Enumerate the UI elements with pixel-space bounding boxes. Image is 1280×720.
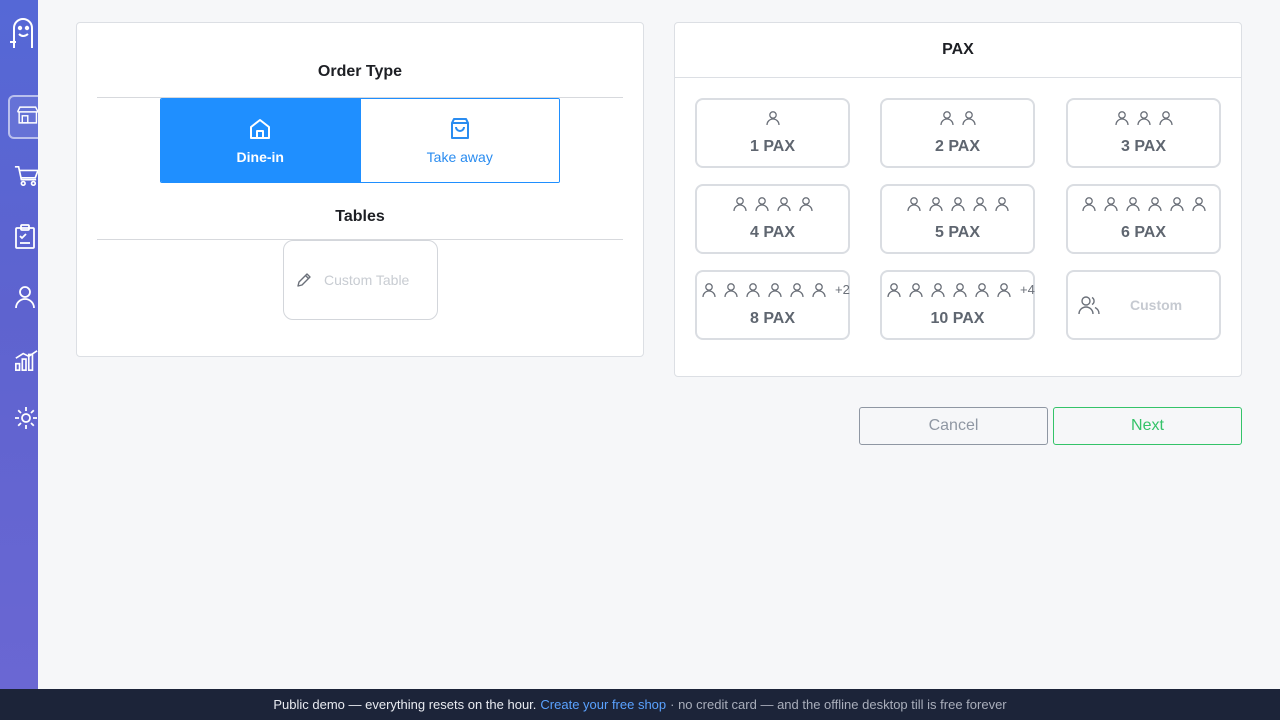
dine-in-label: Dine-in: [236, 148, 284, 165]
person-icon: [1103, 196, 1119, 217]
gear-icon: [15, 407, 37, 429]
pax-option-10[interactable]: +4 10 PAX: [880, 270, 1035, 340]
pax-option-3[interactable]: 3 PAX: [1066, 98, 1221, 168]
pax-option-4[interactable]: 4 PAX: [695, 184, 850, 254]
person-icons: [1068, 196, 1219, 217]
banner-text: Public demo — everything resets on the h…: [273, 697, 537, 712]
person-icon: [789, 282, 805, 303]
order-type-title: Order Type: [317, 63, 403, 80]
take-away-button[interactable]: Take away: [359, 99, 559, 182]
person-icon: [906, 196, 922, 217]
pax-extra-count: +2: [835, 282, 850, 297]
person-icon: [767, 282, 783, 303]
person-icon: [754, 196, 770, 217]
custom-table-placeholder: Custom Table: [324, 272, 410, 288]
pax-extra-count: +4: [1020, 282, 1035, 297]
person-icon: [930, 282, 946, 303]
person-icon: [961, 110, 977, 131]
person-icon: [908, 282, 924, 303]
person-icon: [974, 282, 990, 303]
person-icons: +2: [697, 282, 850, 303]
user-icon: [15, 286, 35, 309]
users-icon: [1078, 296, 1100, 315]
person-icon: [950, 196, 966, 217]
person-icon: [701, 282, 717, 303]
sidebar-item-orders[interactable]: [0, 217, 38, 257]
pax-title: PAX: [675, 23, 1241, 78]
custom-pax-placeholder: Custom: [1130, 297, 1183, 313]
cancel-button[interactable]: Cancel: [859, 407, 1048, 445]
person-icon: [811, 282, 827, 303]
person-icon: [952, 282, 968, 303]
pax-option-2[interactable]: 2 PAX: [880, 98, 1035, 168]
person-icon: [732, 196, 748, 217]
pax-label: 10 PAX: [930, 310, 985, 327]
pax-label: 3 PAX: [1120, 138, 1167, 155]
person-icon: [939, 110, 955, 131]
sidebar-item-store[interactable]: [0, 95, 38, 139]
person-icon: [972, 196, 988, 217]
clipboard-icon: [15, 224, 35, 249]
bar-chart-icon: [15, 350, 38, 371]
pax-label: 6 PAX: [1120, 224, 1167, 241]
person-icon: [1125, 196, 1141, 217]
person-icon: [1136, 110, 1152, 131]
sidebar: [0, 0, 38, 689]
person-icons: +4: [882, 282, 1035, 303]
order-type-toggle: Dine-in Take away: [160, 98, 560, 183]
next-button[interactable]: Next: [1053, 407, 1242, 445]
person-icon: [996, 282, 1012, 303]
banner-note: · no credit card — and the offline deskt…: [670, 697, 1007, 712]
pax-option-6[interactable]: 6 PAX: [1066, 184, 1221, 254]
person-icon: [798, 196, 814, 217]
person-icons: [697, 110, 848, 131]
ghost-logo-icon: [10, 18, 33, 48]
sidebar-item-customers[interactable]: [0, 277, 38, 317]
person-icon: [745, 282, 761, 303]
person-icon: [1169, 196, 1185, 217]
home-icon: [250, 118, 271, 139]
take-away-label: Take away: [426, 148, 493, 165]
pax-option-8[interactable]: +2 8 PAX: [695, 270, 850, 340]
pax-option-5[interactable]: 5 PAX: [880, 184, 1035, 254]
person-icon: [1191, 196, 1207, 217]
cart-icon: [14, 165, 38, 187]
pax-option-1[interactable]: 1 PAX: [695, 98, 850, 168]
sidebar-item-cart[interactable]: [0, 156, 38, 196]
person-icon: [765, 110, 781, 131]
custom-table-button[interactable]: Custom Table: [283, 240, 438, 320]
pax-label: 5 PAX: [934, 224, 981, 241]
pax-label: 8 PAX: [749, 310, 796, 327]
shopping-bag-icon: [450, 117, 469, 139]
person-icon: [1114, 110, 1130, 131]
person-icons: [1068, 110, 1219, 131]
store-icon: [16, 106, 38, 124]
person-icon: [1081, 196, 1097, 217]
order-type-panel: Order Type Dine-in Take away Tables Cust…: [76, 22, 644, 357]
demo-banner: Public demo — everything resets on the h…: [0, 689, 1280, 720]
dine-in-button[interactable]: Dine-in: [161, 99, 360, 182]
pax-label: 4 PAX: [749, 224, 796, 241]
person-icon: [886, 282, 902, 303]
person-icon: [776, 196, 792, 217]
person-icon: [1147, 196, 1163, 217]
person-icon: [723, 282, 739, 303]
person-icon: [1158, 110, 1174, 131]
sidebar-item-settings[interactable]: [0, 398, 38, 438]
app-logo[interactable]: [0, 12, 38, 52]
create-shop-link[interactable]: Create your free shop: [540, 697, 666, 712]
person-icons: [697, 196, 848, 217]
tables-title: Tables: [335, 208, 385, 225]
pax-panel: PAX 1 PAX 2 PAX 3 PAX 4 PAX 5 PAX 6 PAX …: [674, 22, 1242, 377]
pax-label: 2 PAX: [934, 138, 981, 155]
person-icons: [882, 196, 1033, 217]
sidebar-item-reports[interactable]: [0, 340, 38, 380]
person-icons: [882, 110, 1033, 131]
person-icon: [928, 196, 944, 217]
custom-pax-button[interactable]: Custom: [1066, 270, 1221, 340]
pax-label: 1 PAX: [749, 138, 796, 155]
person-icon: [994, 196, 1010, 217]
pencil-icon: [297, 273, 311, 287]
